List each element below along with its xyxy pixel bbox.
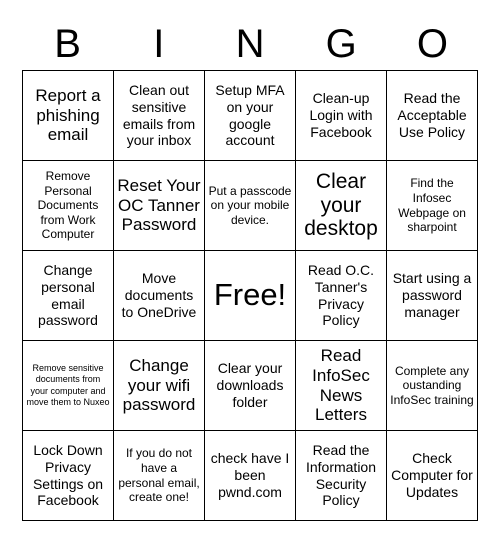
bingo-grid: Report a phishing email Clean out sensit…	[22, 70, 478, 521]
bingo-cell-label: Clean out sensitive emails from your inb…	[122, 81, 196, 149]
bingo-cell-g5[interactable]: Read the Information Security Policy	[296, 431, 387, 521]
bingo-cell-label: Read the Information Security Policy	[305, 441, 377, 509]
bingo-cell-o2[interactable]: Find the Infosec Webpage on sharpoint	[387, 161, 478, 251]
bingo-cell-b3[interactable]: Change personal email password	[23, 251, 114, 341]
bingo-cell-label: Clear your downloads folder	[216, 360, 284, 410]
bingo-cell-o1[interactable]: Read the Acceptable Use Policy	[387, 71, 478, 161]
bingo-cell-label: Report a phishing email	[35, 85, 101, 145]
bingo-cell-label: Lock Down Privacy Settings on Facebook	[32, 441, 104, 509]
bingo-cell-i4[interactable]: Change your wifi password	[114, 341, 205, 431]
bingo-cell-i5[interactable]: If you do not have a personal email, cre…	[114, 431, 205, 521]
bingo-cell-label: Change personal email password	[38, 261, 98, 329]
header-letter-o: O	[416, 22, 448, 66]
bingo-cell-label: Check Computer for Updates	[391, 450, 473, 500]
bingo-cell-label: Clean-up Login with Facebook	[309, 90, 373, 140]
bingo-cell-n1[interactable]: Setup MFA on your google account	[205, 71, 296, 161]
bingo-card: B I N G O Report a phishing email Clean …	[0, 0, 500, 544]
bingo-cell-label: If you do not have a personal email, cre…	[118, 446, 200, 505]
bingo-cell-label: Remove Personal Documents from Work Comp…	[37, 168, 99, 242]
bingo-cell-label: Start using a password manager	[392, 270, 472, 320]
bingo-cell-g4[interactable]: Read InfoSec News Letters	[296, 341, 387, 431]
bingo-cell-label: Read O.C. Tanner's Privacy Policy	[307, 261, 375, 329]
bingo-cell-b2[interactable]: Remove Personal Documents from Work Comp…	[23, 161, 114, 251]
bingo-cell-label: Read InfoSec News Letters	[312, 346, 370, 425]
header-letter-g: G	[325, 22, 357, 66]
bingo-cell-label: Find the Infosec Webpage on sharpoint	[398, 176, 466, 235]
bingo-cell-label: Free!	[213, 277, 287, 313]
bingo-cell-o5[interactable]: Check Computer for Updates	[387, 431, 478, 521]
bingo-cell-o4[interactable]: Complete any oustanding InfoSec training	[387, 341, 478, 431]
bingo-cell-label: Clear your desktop	[304, 170, 378, 241]
bingo-cell-b4[interactable]: Remove sensitive documents from your com…	[23, 341, 114, 431]
bingo-cell-g2[interactable]: Clear your desktop	[296, 161, 387, 251]
bingo-cell-i1[interactable]: Clean out sensitive emails from your inb…	[114, 71, 205, 161]
bingo-cell-label: Read the Acceptable Use Policy	[397, 90, 467, 140]
bingo-cell-o3[interactable]: Start using a password manager	[387, 251, 478, 341]
bingo-cell-label: Complete any oustanding InfoSec training	[390, 363, 474, 407]
bingo-cell-i3[interactable]: Move documents to OneDrive	[114, 251, 205, 341]
bingo-cell-g1[interactable]: Clean-up Login with Facebook	[296, 71, 387, 161]
bingo-cell-label: Reset Your OC Tanner Password	[117, 175, 201, 235]
bingo-cell-label: Remove sensitive documents from your com…	[26, 363, 110, 407]
header-letter-n: N	[235, 22, 265, 66]
header-letter-i: I	[153, 22, 165, 66]
bingo-cell-b1[interactable]: Report a phishing email	[23, 71, 114, 161]
bingo-cell-n2[interactable]: Put a passcode on your mobile device.	[205, 161, 296, 251]
bingo-cell-n5[interactable]: check have I been pwnd.com	[205, 431, 296, 521]
bingo-cell-label: check have I been pwnd.com	[210, 450, 290, 500]
bingo-cell-label: Change your wifi password	[122, 355, 196, 415]
bingo-header: B I N G O	[22, 18, 478, 70]
header-letter-b: B	[54, 22, 81, 66]
bingo-cell-g3[interactable]: Read O.C. Tanner's Privacy Policy	[296, 251, 387, 341]
bingo-cell-n4[interactable]: Clear your downloads folder	[205, 341, 296, 431]
bingo-cell-label: Setup MFA on your google account	[215, 81, 285, 149]
bingo-cell-label: Move documents to OneDrive	[121, 270, 197, 320]
bingo-cell-label: Put a passcode on your mobile device.	[208, 183, 292, 227]
bingo-cell-b5[interactable]: Lock Down Privacy Settings on Facebook	[23, 431, 114, 521]
bingo-cell-i2[interactable]: Reset Your OC Tanner Password	[114, 161, 205, 251]
bingo-cell-free-space[interactable]: Free!	[205, 251, 296, 341]
